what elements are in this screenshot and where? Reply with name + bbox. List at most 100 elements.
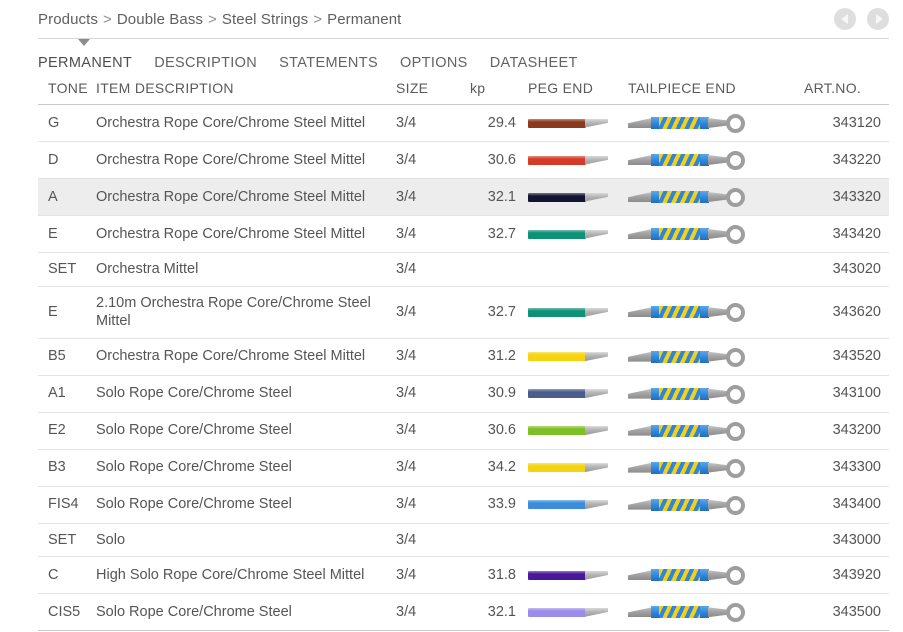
cell-kp — [470, 523, 528, 558]
cell-size: 3/4 — [396, 556, 470, 595]
cell-tailpiece-end — [628, 286, 804, 339]
table-row[interactable]: G Orchestra Rope Core/Chrome Steel Mittel… — [38, 104, 889, 142]
table-row[interactable]: D Orchestra Rope Core/Chrome Steel Mittel… — [38, 141, 889, 179]
breadcrumb-item-3[interactable]: Steel Strings — [222, 11, 308, 28]
column-header-peg-end[interactable]: PEG END — [528, 80, 628, 105]
column-header-kp[interactable]: kp — [470, 80, 528, 105]
peg-end-tip — [585, 307, 608, 317]
breadcrumb-item-1[interactable]: Products — [38, 11, 98, 28]
cell-tailpiece-end — [628, 141, 804, 179]
tab-permanent[interactable]: PERMANENT — [38, 55, 132, 71]
cell-tone: C — [38, 556, 96, 595]
table-header-row: TONE ITEM DESCRIPTION SIZE kp PEG END TA… — [38, 80, 889, 105]
cell-art-no: 343320 — [804, 178, 889, 216]
breadcrumb: Products > Double Bass > Steel Strings > Perma… — [38, 11, 401, 28]
cell-tone: CIS5 — [38, 593, 96, 632]
tab-description[interactable]: DESCRIPTION — [154, 55, 257, 71]
peg-end-tip — [585, 389, 608, 399]
cell-item-description: Solo Rope Core/Chrome Steel — [96, 375, 396, 413]
cell-peg-end — [528, 104, 628, 142]
cell-tailpiece-end — [628, 375, 804, 413]
table-row[interactable]: SET Solo 3/4 343000 — [38, 523, 889, 558]
breadcrumb-item-4[interactable]: Permanent — [327, 11, 401, 28]
cell-peg-end — [528, 338, 628, 376]
cell-size: 3/4 — [396, 593, 470, 632]
breadcrumb-item-2[interactable]: Double Bass — [117, 11, 203, 28]
tailpiece-striped-winding — [659, 498, 701, 511]
cell-peg-end — [528, 412, 628, 450]
tailpiece-end-graphic — [628, 457, 756, 479]
table-row[interactable]: A1 Solo Rope Core/Chrome Steel 3/4 30.9 3431… — [38, 375, 889, 413]
peg-end-color-band — [528, 389, 586, 399]
peg-end-color-band — [528, 307, 586, 317]
tailpiece-band-right — [700, 117, 709, 129]
cell-kp: 32.7 — [470, 215, 528, 253]
cell-tailpiece-end — [628, 104, 804, 142]
tailpiece-band-right — [700, 461, 709, 474]
table-row[interactable]: SET Orchestra Mittel 3/4 343020 — [38, 252, 889, 287]
table-row[interactable]: CIS5 Solo Rope Core/Chrome Steel 3/4 32.1 34… — [38, 593, 889, 632]
column-header-tone[interactable]: TONE — [38, 80, 96, 105]
peg-end-graphic — [528, 192, 608, 203]
peg-end-tip — [585, 607, 608, 617]
cell-size: 3/4 — [396, 215, 470, 253]
table-row[interactable]: E2 Solo Rope Core/Chrome Steel 3/4 30.6 3432… — [38, 412, 889, 450]
cell-art-no: 343620 — [804, 286, 889, 339]
cell-size: 3/4 — [396, 104, 470, 142]
peg-end-color-band — [528, 192, 586, 202]
previous-page-button[interactable] — [834, 8, 856, 30]
cell-tailpiece-end — [628, 486, 804, 524]
tailpiece-striped-winding — [659, 228, 701, 240]
table-row[interactable]: B5 Orchestra Rope Core/Chrome Steel Mitte… — [38, 338, 889, 376]
cell-tailpiece-end — [628, 523, 804, 558]
table-row[interactable]: FIS4 Solo Rope Core/Chrome Steel 3/4 33.9 34… — [38, 486, 889, 524]
peg-end-tip — [585, 352, 608, 362]
product-table: TONE ITEM DESCRIPTION SIZE kp PEG END TA… — [38, 80, 889, 632]
cell-peg-end — [528, 593, 628, 632]
peg-end-tip — [585, 426, 608, 436]
peg-end-tip — [585, 155, 608, 165]
tab-statements[interactable]: STATEMENTS — [279, 55, 378, 71]
cell-kp: 33.9 — [470, 486, 528, 524]
cell-size: 3/4 — [396, 178, 470, 216]
cell-kp: 31.2 — [470, 338, 528, 376]
peg-end-tip — [585, 118, 608, 128]
tab-datasheet[interactable]: DATASHEET — [490, 55, 578, 71]
table-row[interactable]: E 2.10m Orchestra Rope Core/Chrome Steel … — [38, 286, 889, 339]
tab-options[interactable]: OPTIONS — [400, 55, 468, 71]
header-divider — [38, 38, 889, 39]
tailpiece-end-graphic — [628, 186, 756, 208]
peg-end-graphic — [528, 229, 608, 240]
table-row[interactable]: B3 Solo Rope Core/Chrome Steel 3/4 34.2 3433… — [38, 449, 889, 487]
cell-tone: E — [38, 286, 96, 339]
cell-kp: 31.8 — [470, 556, 528, 595]
cell-kp: 32.7 — [470, 286, 528, 339]
cell-peg-end — [528, 215, 628, 253]
cell-peg-end — [528, 523, 628, 558]
column-header-size[interactable]: SIZE — [396, 80, 470, 105]
tailpiece-loop-ring — [726, 566, 745, 586]
peg-end-color-band — [528, 570, 586, 580]
peg-end-color-band — [528, 463, 586, 473]
cell-tailpiece-end — [628, 178, 804, 216]
peg-end-graphic — [528, 499, 608, 510]
next-page-button[interactable] — [867, 8, 889, 30]
table-row[interactable]: A Orchestra Rope Core/Chrome Steel Mittel… — [38, 178, 889, 216]
cell-item-description: Orchestra Rope Core/Chrome Steel Mittel — [96, 141, 396, 179]
tailpiece-striped-winding — [659, 117, 701, 129]
cell-tone: B3 — [38, 449, 96, 487]
tailpiece-end-graphic — [628, 420, 756, 442]
tailpiece-striped-winding — [659, 424, 701, 437]
table-row[interactable]: C High Solo Rope Core/Chrome Steel Mittel… — [38, 556, 889, 595]
cell-tone: A — [38, 178, 96, 216]
peg-end-graphic — [528, 462, 608, 473]
table-row[interactable]: E Orchestra Rope Core/Chrome Steel Mittel… — [38, 215, 889, 253]
peg-end-color-band — [528, 426, 586, 436]
column-header-description[interactable]: ITEM DESCRIPTION — [96, 80, 396, 105]
column-header-tailpiece-end[interactable]: TAILPIECE END — [628, 80, 804, 105]
cell-item-description: Solo Rope Core/Chrome Steel — [96, 412, 396, 450]
cell-tone: A1 — [38, 375, 96, 413]
cell-art-no: 343400 — [804, 486, 889, 524]
column-header-art-no[interactable]: ART.NO. — [804, 80, 889, 105]
peg-end-tip — [585, 500, 608, 510]
